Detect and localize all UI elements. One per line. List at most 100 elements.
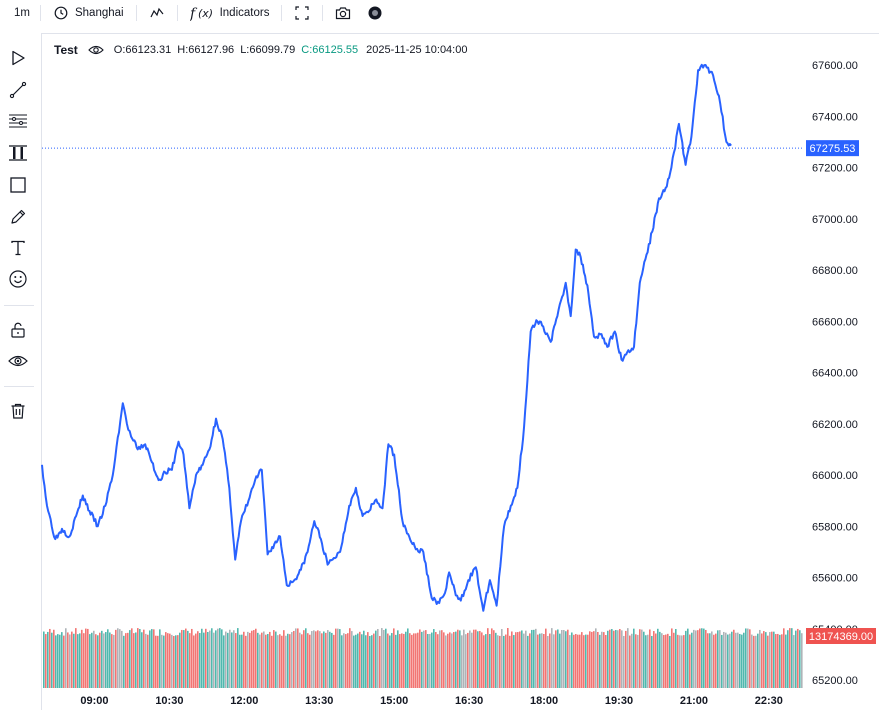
volume-bar xyxy=(83,633,85,688)
volume-bar xyxy=(653,631,655,688)
volume-bar xyxy=(95,634,97,688)
volume-bar xyxy=(493,630,495,688)
volume-bar xyxy=(675,629,677,688)
volume-bar xyxy=(259,634,261,688)
volume-bar xyxy=(167,633,169,688)
volume-bar xyxy=(475,629,477,688)
volume-bar xyxy=(585,634,587,688)
time-axis[interactable]: 09:00 10:30 12:00 13:30 15:00 16:30 18:00 19:30… xyxy=(80,695,783,707)
volume-bar xyxy=(539,633,541,688)
volume-bar xyxy=(265,634,267,688)
volume-bar xyxy=(589,631,591,688)
volume-bar xyxy=(721,634,723,688)
volume-bar xyxy=(327,630,329,688)
volume-bar xyxy=(347,633,349,688)
x-tick-label: 22:30 xyxy=(755,695,783,707)
volume-bar xyxy=(393,628,395,688)
volume-bar xyxy=(353,635,355,688)
volume-bar xyxy=(43,631,45,688)
price-line-layer xyxy=(41,63,732,612)
volume-bar xyxy=(319,631,321,688)
volume-bar xyxy=(693,629,695,688)
volume-bar xyxy=(145,633,147,688)
volume-bar xyxy=(365,635,367,688)
volume-bar xyxy=(595,628,597,688)
eye-icon[interactable] xyxy=(88,43,104,57)
volume-bar xyxy=(245,635,247,688)
volume-bar xyxy=(289,634,291,688)
volume-bar xyxy=(767,635,769,688)
volume-bar xyxy=(489,634,491,688)
volume-bar xyxy=(583,635,585,688)
volume-bar xyxy=(269,631,271,688)
volume-bar xyxy=(301,634,303,688)
volume-bar xyxy=(573,634,575,688)
volume-bar xyxy=(211,628,213,688)
volume-bar xyxy=(715,633,717,688)
volume-bar xyxy=(177,635,179,688)
volume-bar xyxy=(591,631,593,688)
volume-bar xyxy=(57,634,59,688)
volume-bar xyxy=(371,635,373,688)
y-tick-label: 67600.00 xyxy=(812,60,858,72)
volume-bar xyxy=(473,629,475,688)
volume-bar xyxy=(153,629,155,688)
volume-bar xyxy=(477,631,479,688)
volume-bar xyxy=(205,628,207,688)
price-chart[interactable]: 67600.00 67400.00 67200.00 67000.00 66800.00… xyxy=(0,0,879,710)
volume-bar xyxy=(729,633,731,688)
volume-bar xyxy=(169,633,171,688)
y-tick-label: 67200.00 xyxy=(812,163,858,175)
volume-bar xyxy=(309,634,311,688)
volume-bar xyxy=(401,633,403,688)
high-value: H:66127.96 xyxy=(177,44,235,56)
volume-bar xyxy=(433,629,435,688)
volume-bar xyxy=(487,628,489,688)
volume-bar xyxy=(187,630,189,688)
volume-bar xyxy=(103,633,105,688)
volume-bar xyxy=(743,632,745,688)
y-tick-label: 66400.00 xyxy=(812,368,858,380)
volume-bar xyxy=(525,630,527,688)
volume-bar xyxy=(753,635,755,688)
volume-bar xyxy=(53,629,55,688)
volume-bar xyxy=(559,633,561,688)
volume-bar xyxy=(375,630,377,688)
volume-bar xyxy=(315,631,317,688)
volume-bar xyxy=(577,634,579,688)
volume-bar xyxy=(711,631,713,688)
volume-bar xyxy=(367,632,369,688)
volume-bar xyxy=(343,633,345,688)
volume-bar xyxy=(491,628,493,688)
volume-bar xyxy=(287,633,289,688)
volume-bar xyxy=(695,630,697,688)
volume-bar xyxy=(777,633,779,688)
volume-bar xyxy=(701,628,703,688)
volume-bar xyxy=(437,634,439,688)
volume-bar xyxy=(61,632,63,688)
volume-bar xyxy=(247,631,249,688)
volume-bar xyxy=(123,635,125,688)
volume-bar xyxy=(789,628,791,688)
volume-bar xyxy=(423,630,425,688)
volume-bar xyxy=(431,632,433,688)
volume-bar xyxy=(193,635,195,688)
volume-bar xyxy=(335,628,337,688)
volume-bar xyxy=(251,630,253,688)
volume-bar xyxy=(417,632,419,688)
volume-bar xyxy=(261,632,263,688)
volume-bar xyxy=(463,629,465,688)
volume-bar xyxy=(683,635,685,688)
volume-bar xyxy=(131,628,133,688)
volume-bar xyxy=(71,631,73,688)
volume-bar xyxy=(647,634,649,688)
volume-bar xyxy=(717,630,719,688)
volume-bar xyxy=(419,629,421,688)
volume-bar xyxy=(519,631,521,688)
volume-bar xyxy=(225,631,227,688)
volume-bar xyxy=(81,629,83,688)
volume-bar xyxy=(339,629,341,688)
volume-bar xyxy=(799,630,801,688)
volume-bar xyxy=(633,628,635,688)
volume-bar xyxy=(199,632,201,688)
